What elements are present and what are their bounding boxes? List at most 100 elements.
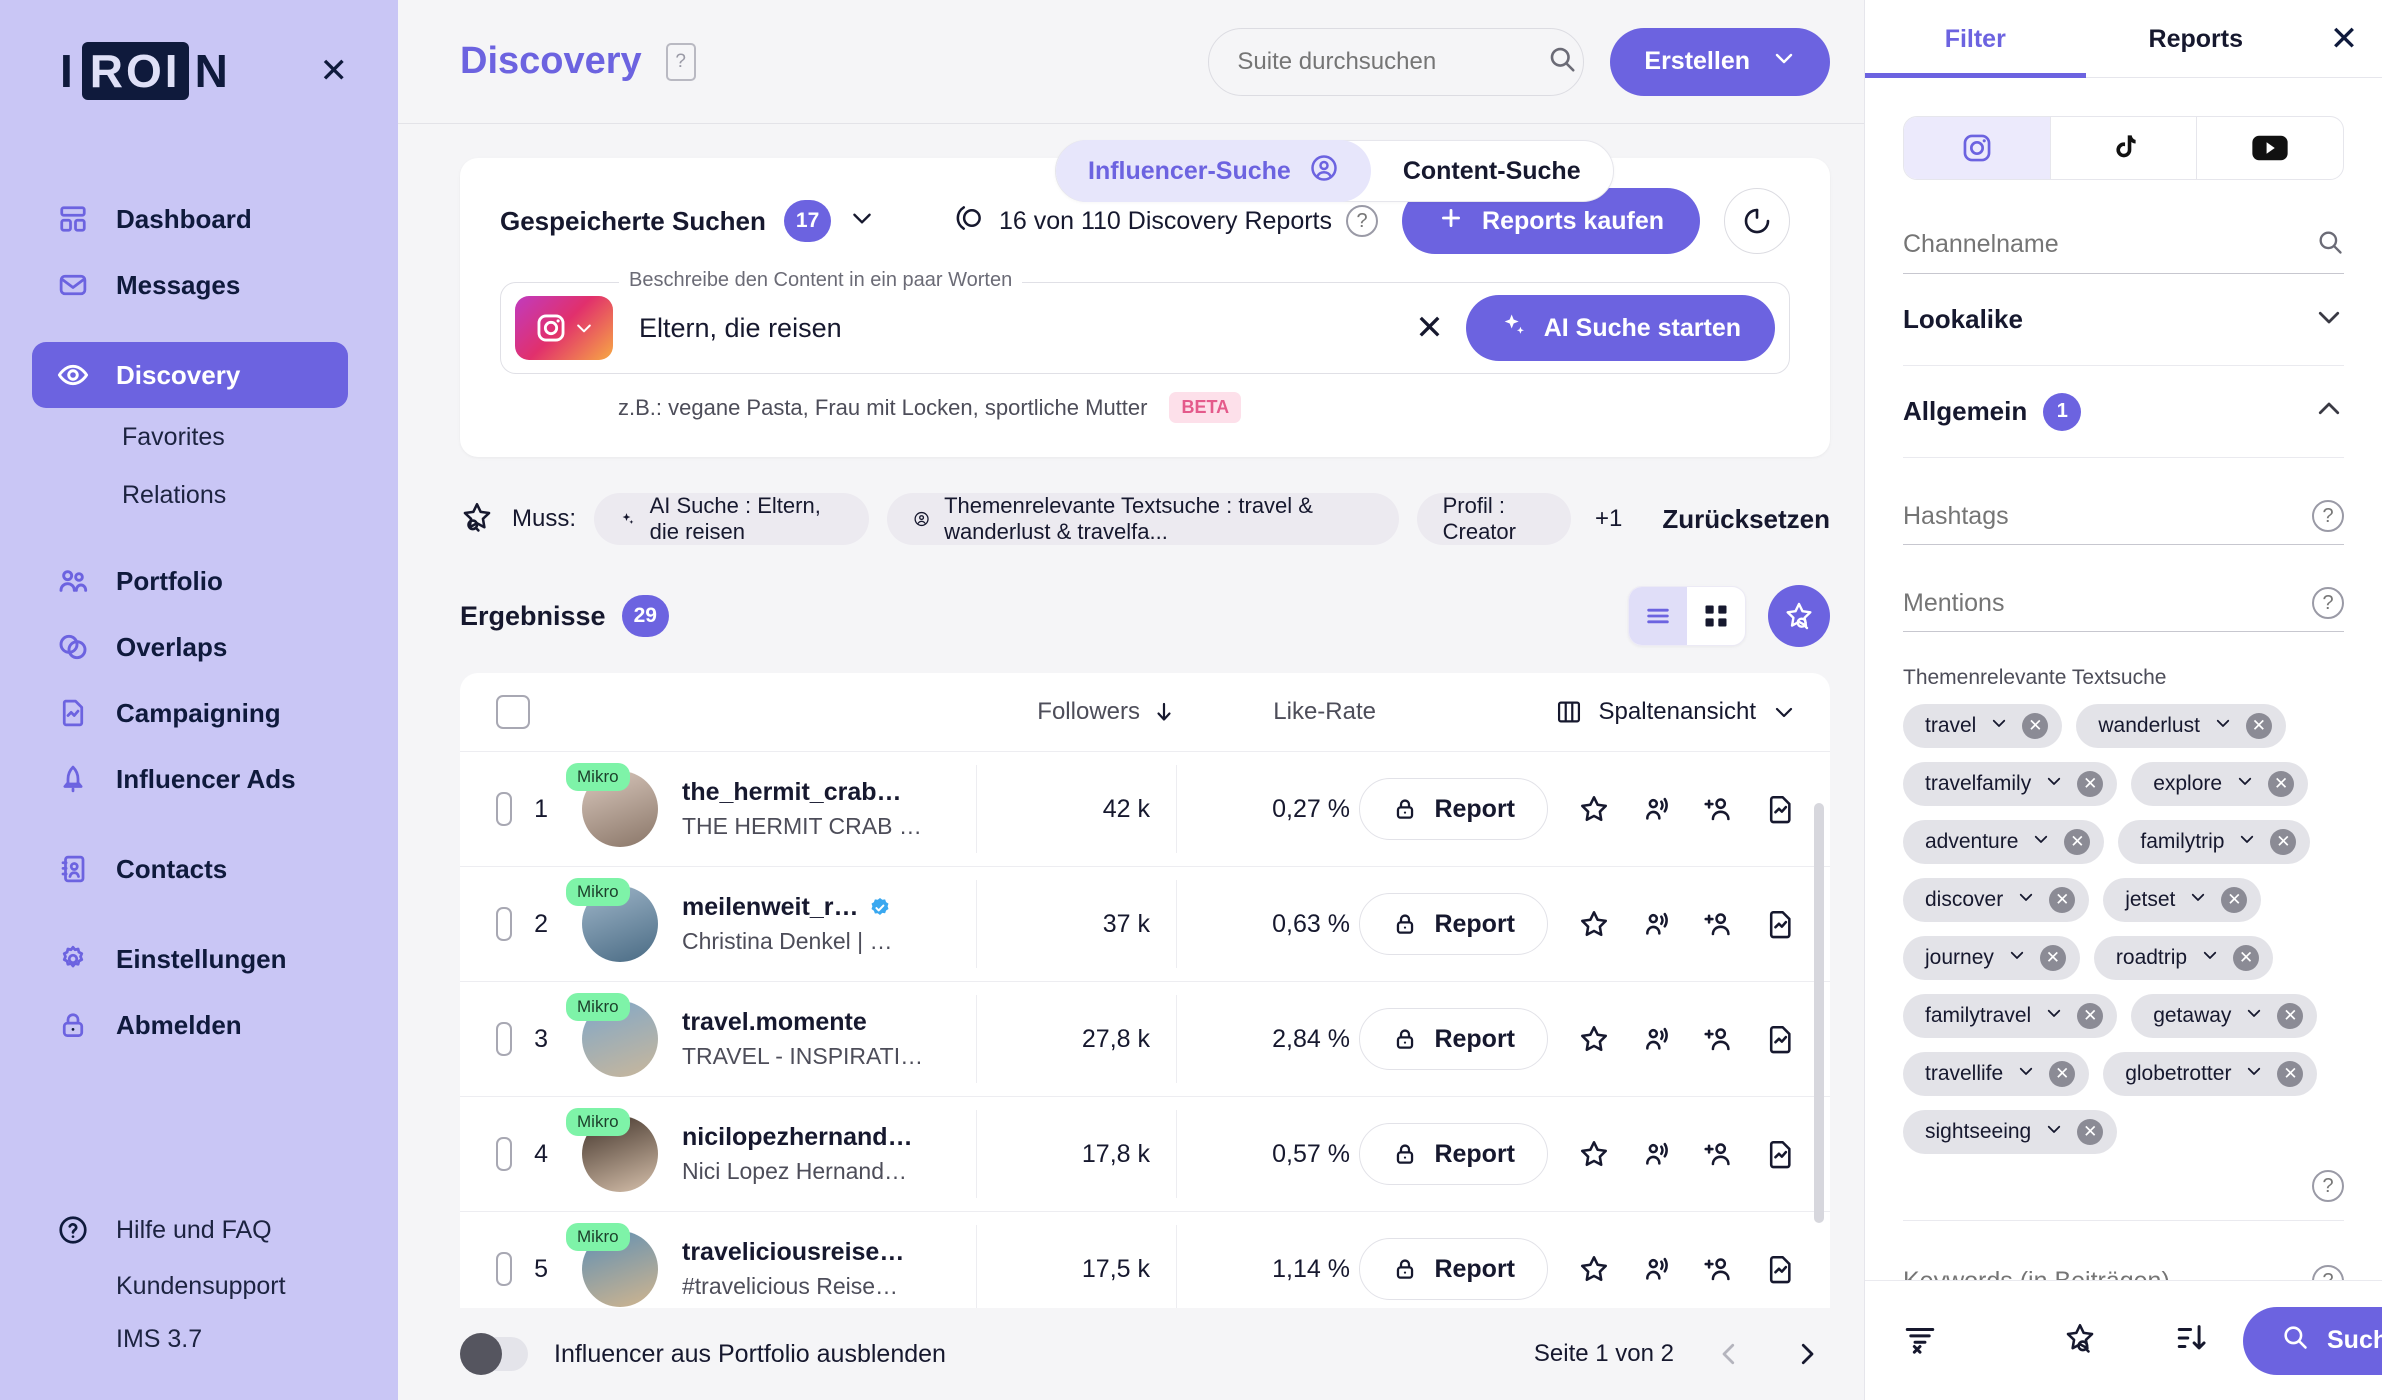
remove-tag-icon[interactable]: ✕ [2221,887,2248,913]
row-favorite-icon[interactable] [1578,793,1610,825]
row-report-button[interactable]: Report [1359,1008,1548,1070]
save-search-fab[interactable] [1768,585,1830,647]
row-profile-cell[interactable]: Mikro the_hermit_crab… THE HERMIT CRAB b… [566,763,976,847]
sidebar-item-contacts[interactable]: Contacts [32,836,348,902]
remove-tag-icon[interactable]: ✕ [2049,1061,2076,1087]
chevron-down-icon[interactable] [2017,1062,2035,1086]
remove-tag-icon[interactable]: ✕ [2022,713,2049,739]
channelname-field[interactable] [1903,228,2344,274]
row-profile-cell[interactable]: Mikro travel.momente TRAVEL - INSPIRATI… [566,993,976,1077]
chevron-down-icon[interactable] [1990,714,2008,738]
row-add-user-icon[interactable] [1702,1253,1734,1285]
row-checkbox[interactable] [496,907,513,941]
page-help-icon[interactable]: ? [665,42,696,81]
sidebar-item-favorites[interactable]: Favorites [122,408,398,466]
create-button[interactable]: Erstellen [1610,27,1830,96]
textsearch-tag[interactable]: travellife ✕ [1903,1052,2090,1096]
chevron-down-icon[interactable] [2017,888,2035,912]
sidebar-item-abmelden[interactable]: Abmelden [32,992,348,1058]
remove-tag-icon[interactable]: ✕ [2268,771,2295,797]
suite-search[interactable] [1208,27,1585,96]
network-tab-instagram[interactable] [1904,117,2051,179]
columns-view-dropdown[interactable]: Spaltenansicht [1376,698,1796,726]
select-all-checkbox[interactable] [496,695,530,729]
table-vertical-scrollbar[interactable] [1814,803,1824,1223]
sidebar-item-influencer-ads[interactable]: Influencer Ads [32,746,348,812]
row-report-button[interactable]: Report [1359,1238,1548,1300]
chevron-down-icon[interactable] [2008,946,2026,970]
textsearch-tag[interactable]: getaway ✕ [2131,994,2318,1038]
row-audience-icon[interactable] [1640,1138,1672,1170]
textsearch-tag[interactable]: adventure ✕ [1903,820,2105,864]
row-report-button[interactable]: Report [1359,1123,1548,1185]
textsearch-tag[interactable]: discover ✕ [1903,878,2090,922]
clear-filters-icon[interactable] [1903,1321,1937,1360]
sidebar-item-dashboard[interactable]: Dashboard [32,186,348,252]
table-row[interactable]: 4 Mikro nicilopezhernand… Nici Lopez Hernan… [460,1096,1830,1211]
close-panel-icon[interactable]: ✕ [2306,19,2382,59]
sidebar-item-relations[interactable]: Relations [122,466,398,524]
textsearch-tag[interactable]: travelfamily ✕ [1903,762,2118,806]
remove-tag-icon[interactable]: ✕ [2064,829,2091,855]
clear-icon[interactable]: ✕ [1393,308,1466,348]
remove-tag-icon[interactable]: ✕ [2277,1061,2304,1087]
sidebar-item-help[interactable]: Hilfe und FAQ [56,1202,348,1258]
textsearch-tag[interactable]: jetset ✕ [2103,878,2262,922]
row-report-chart-icon[interactable] [1764,793,1796,825]
chevron-down-icon[interactable] [2236,772,2254,796]
network-tab-tiktok[interactable] [2051,117,2198,179]
chevron-down-icon[interactable] [2032,830,2050,854]
network-select-instagram[interactable] [515,296,613,360]
row-checkbox[interactable] [496,1137,513,1171]
row-report-button[interactable]: Report [1359,893,1548,955]
textsearch-tag[interactable]: explore ✕ [2131,762,2309,806]
remove-tag-icon[interactable]: ✕ [2077,771,2104,797]
table-row[interactable]: 5 Mikro traveliciousreise… #travelicious Re… [460,1211,1830,1308]
mentions-help-icon[interactable]: ? [2312,587,2344,619]
hashtags-field[interactable]: ? [1903,500,2344,545]
tab-reports[interactable]: Reports [2086,0,2307,78]
chevron-down-icon[interactable] [2245,1062,2263,1086]
filter-chips-more[interactable]: +1 [1595,505,1622,533]
search-icon[interactable] [2316,228,2344,261]
row-audience-icon[interactable] [1640,793,1672,825]
sort-icon[interactable] [2175,1321,2209,1360]
sidebar-item-portfolio[interactable]: Portfolio [32,548,348,614]
row-report-chart-icon[interactable] [1764,908,1796,940]
remove-tag-icon[interactable]: ✕ [2270,829,2297,855]
textsearch-tag[interactable]: familytrip ✕ [2118,820,2311,864]
sidebar-item-overlaps[interactable]: Overlaps [32,614,348,680]
th-followers[interactable]: Followers [976,698,1176,726]
hashtags-help-icon[interactable]: ? [2312,500,2344,532]
row-report-chart-icon[interactable] [1764,1253,1796,1285]
chevron-down-icon[interactable] [2045,772,2063,796]
keywords-help-icon[interactable]: ? [2312,1265,2344,1280]
row-add-user-icon[interactable] [1702,793,1734,825]
row-favorite-icon[interactable] [1578,908,1610,940]
remove-tag-icon[interactable]: ✕ [2233,945,2260,971]
row-report-chart-icon[interactable] [1764,1138,1796,1170]
mentions-field[interactable]: ? [1903,587,2344,632]
sidebar-item-messages[interactable]: Messages [32,252,348,318]
row-favorite-icon[interactable] [1578,1138,1610,1170]
next-page-button[interactable] [1784,1331,1830,1377]
remove-tag-icon[interactable]: ✕ [2049,887,2076,913]
row-add-user-icon[interactable] [1702,908,1734,940]
prev-page-button[interactable] [1706,1331,1752,1377]
chevron-down-icon[interactable] [2238,830,2256,854]
remove-tag-icon[interactable]: ✕ [2245,713,2272,739]
row-checkbox[interactable] [496,1252,513,1286]
remove-tag-icon[interactable]: ✕ [2077,1003,2104,1029]
filter-star-search-icon[interactable] [460,500,494,539]
saved-searches-dropdown[interactable]: Gespeicherte Suchen 17 [500,200,875,242]
saved-search-icon[interactable] [2063,1321,2097,1360]
network-tab-youtube[interactable] [2197,117,2343,179]
accordion-lookalike[interactable]: Lookalike [1903,274,2344,366]
hashtags-input[interactable] [1903,501,2312,531]
row-audience-icon[interactable] [1640,1253,1672,1285]
sidebar-close-icon[interactable]: ✕ [310,48,359,94]
table-row[interactable]: 2 Mikro meilenweit_r… Christina Denkel | … 3… [460,866,1830,981]
tab-influencer-suche[interactable]: Influencer-Suche [1056,140,1371,202]
row-favorite-icon[interactable] [1578,1253,1610,1285]
keywords-input[interactable] [1903,1266,2312,1280]
